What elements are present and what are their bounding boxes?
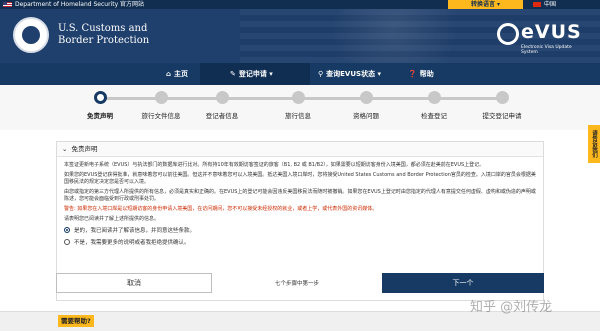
- site-header: U.S. Customs and Border Protection eVUS …: [0, 9, 600, 63]
- home-icon: ⌂: [166, 70, 172, 78]
- decline-label: 不是，我需要更多的说明或者我拒绝提供确认。: [74, 240, 190, 246]
- agency-line-2: Border Protection: [58, 35, 150, 46]
- step-dot: [154, 91, 168, 104]
- nav-help[interactable]: ❓ 帮助: [408, 63, 434, 85]
- disclaimer-paragraph: 本签证更新电子系统（EVUS）与执法部门的数据库进行比对。所有持10年有效期访客…: [64, 162, 485, 168]
- acknowledge-prompt: 请表明您已阅读并了解上述所提供的信息。: [64, 216, 160, 222]
- step-label: 提交登记申请: [482, 112, 522, 120]
- disclaimer-body: 本签证更新电子系统（EVUS）与执法部门的数据库进行比对。所有持10年有效期访客…: [57, 157, 543, 252]
- step-dot: [93, 91, 107, 104]
- disclaimer-paragraph: 由您或指定的第三方代理人所提供的所有信息，必须是真实和正确的。在EVUS上的登记…: [64, 189, 536, 202]
- evus-subtitle: Electronic Visa Update System: [521, 45, 572, 55]
- agency-line-1: U.S. Customs and: [58, 23, 148, 34]
- agency-name[interactable]: U.S. Customs and Border Protection: [58, 23, 149, 47]
- top-bar: Department of Homeland Security 官方网站 转换语…: [0, 0, 600, 9]
- disclaimer-title: 免责声明: [71, 145, 98, 153]
- us-flag-icon: [3, 2, 12, 7]
- evus-logo-icon: [497, 23, 519, 45]
- step-submit: 提交登记申请: [462, 91, 542, 120]
- feedback-tab[interactable]: 请告诉我们: [588, 125, 600, 163]
- step-dot: [215, 91, 229, 104]
- disclaimer-header[interactable]: ⌄ 免责声明: [57, 142, 543, 157]
- step-dot: [291, 91, 305, 104]
- evus-logo-text: eVUS: [521, 21, 582, 43]
- step-label: 登记者信息: [205, 112, 239, 120]
- nav-help-label: 帮助: [419, 70, 434, 78]
- form-actions: 取消 七个步骤中第一步 下一个: [56, 273, 544, 293]
- next-button[interactable]: 下一个: [382, 273, 544, 293]
- radio-button[interactable]: [64, 227, 70, 233]
- agree-label: 是的，我已阅读并了解该信息，并同意这些条款。: [74, 228, 196, 234]
- radio-button[interactable]: [64, 239, 70, 245]
- agree-radio[interactable]: 是的，我已阅读并了解该信息，并同意这些条款。: [64, 227, 536, 235]
- dhs-label[interactable]: Department of Homeland Security 官方网站: [15, 1, 144, 8]
- warning-text: 警告: 如果您在入境口岸是以短期访客的身份申请入境美国，在访问期间，您不可以接受…: [64, 206, 378, 212]
- step-counter: 七个步骤中第一步: [274, 281, 319, 287]
- current-language[interactable]: 中国: [544, 1, 556, 8]
- page: Department of Homeland Security 官方网站 转换语…: [0, 0, 600, 331]
- step-dot: [495, 91, 509, 104]
- evus-logo[interactable]: eVUS Electronic Visa Update System: [497, 21, 589, 55]
- dhs-seal-icon[interactable]: [13, 17, 49, 53]
- nav-home-label: 主页: [174, 70, 189, 78]
- china-flag-icon: [533, 2, 541, 7]
- progress-stepper: 免责声明 旅行文件信息 登记者信息 旅行信息 资格问题 检查登记 提交登记申请: [0, 85, 600, 130]
- disclaimer-paragraph: 如果您的EVUS登记获得批准，就意味着您可以前往美国。但这并不意味着您可以入境美…: [64, 172, 536, 185]
- language-button[interactable]: 转换语言 ▾: [448, 0, 523, 9]
- need-help-tag[interactable]: 需要帮助?: [58, 315, 94, 327]
- header-flag-art: [330, 9, 490, 63]
- nav-status-label: 查询EVUS状态 ▾: [326, 70, 382, 78]
- chevron-down-icon: ⌄: [62, 145, 68, 153]
- cancel-button[interactable]: 取消: [56, 273, 212, 293]
- step-enrollee-info: 登记者信息: [182, 91, 262, 120]
- edit-icon: ✎: [230, 70, 236, 78]
- nav-apply-label: 登记申请 ▾: [238, 70, 273, 78]
- main-nav: ⌂ 主页 ✎ 登记申请 ▾ ⚲ 查询EVUS状态 ▾ ❓ 帮助: [0, 63, 600, 85]
- nav-status[interactable]: ⚲ 查询EVUS状态 ▾: [318, 63, 381, 85]
- step-dot: [427, 91, 441, 104]
- watermark: 知乎 @刘传龙: [470, 300, 553, 315]
- step-dot: [359, 91, 373, 104]
- nav-apply[interactable]: ✎ 登记申请 ▾: [200, 63, 310, 85]
- nav-home[interactable]: ⌂ 主页: [166, 63, 188, 85]
- decline-radio[interactable]: 不是，我需要更多的说明或者我拒绝提供确认。: [64, 239, 536, 247]
- help-icon: ❓: [408, 70, 417, 78]
- search-icon: ⚲: [318, 70, 324, 78]
